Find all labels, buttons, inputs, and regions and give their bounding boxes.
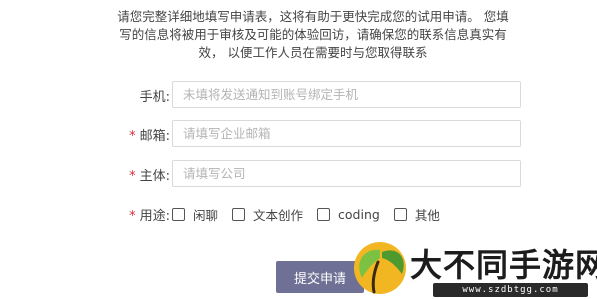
usage-option-other[interactable]: 其他 — [393, 205, 440, 224]
phone-row: 手机: — [100, 81, 170, 109]
leaf-logo-icon — [354, 242, 406, 294]
usage-required-mark: * — [129, 208, 136, 224]
usage-option-label: 其他 — [414, 207, 440, 223]
checkbox-coding[interactable] — [317, 207, 331, 221]
phone-label-text: 手机: — [139, 89, 170, 105]
checkbox-writing[interactable] — [232, 207, 246, 221]
company-required-mark: * — [129, 168, 136, 184]
phone-input[interactable] — [172, 81, 521, 108]
usage-option-chat[interactable]: 闲聊 — [172, 205, 218, 224]
company-input[interactable] — [172, 160, 521, 187]
usage-label: * 用途: — [100, 205, 170, 224]
email-required-mark: * — [129, 128, 136, 144]
intro-line-2: 写的信息将被用于审核及可能的体验回访，请确保您的联系信息真实有 — [119, 27, 507, 42]
site-watermark: 大不同手游网 www.szdbtgg.com — [338, 228, 597, 299]
company-label-text: 主体: — [139, 168, 170, 184]
email-row: * 邮箱: — [100, 120, 170, 148]
usage-option-label: 闲聊 — [193, 207, 219, 223]
watermark-url: www.szdbtgg.com — [433, 283, 588, 297]
checkbox-other[interactable] — [393, 207, 407, 221]
intro-line-1: 请您完整详细地填写申请表，这将有助于更快完成您的试用申请。 您填 — [117, 9, 509, 24]
usage-row: * 用途: — [100, 200, 170, 228]
email-label: * 邮箱: — [100, 125, 170, 144]
trial-application-form: 请您完整详细地填写申请表，这将有助于更快完成您的试用申请。 您填 写的信息将被用… — [0, 0, 597, 299]
watermark-text: 大不同手游网 — [410, 246, 597, 284]
company-label: * 主体: — [100, 165, 170, 184]
phone-label: 手机: — [100, 86, 170, 105]
form-intro-text: 请您完整详细地填写申请表，这将有助于更快完成您的试用申请。 您填 写的信息将被用… — [104, 8, 522, 62]
company-row: * 主体: — [100, 160, 170, 188]
usage-option-label: coding — [338, 206, 380, 222]
intro-line-3: 效， 以便工作人员在需要时与您取得联系 — [198, 45, 428, 60]
usage-options: 闲聊 文本创作 coding 其他 — [172, 204, 454, 224]
email-label-text: 邮箱: — [139, 128, 170, 144]
usage-label-text: 用途: — [139, 208, 170, 224]
usage-option-coding[interactable]: coding — [317, 207, 380, 222]
usage-option-writing[interactable]: 文本创作 — [232, 205, 303, 224]
checkbox-chat[interactable] — [172, 207, 185, 221]
email-input[interactable] — [172, 120, 521, 147]
usage-option-label: 文本创作 — [253, 207, 304, 223]
